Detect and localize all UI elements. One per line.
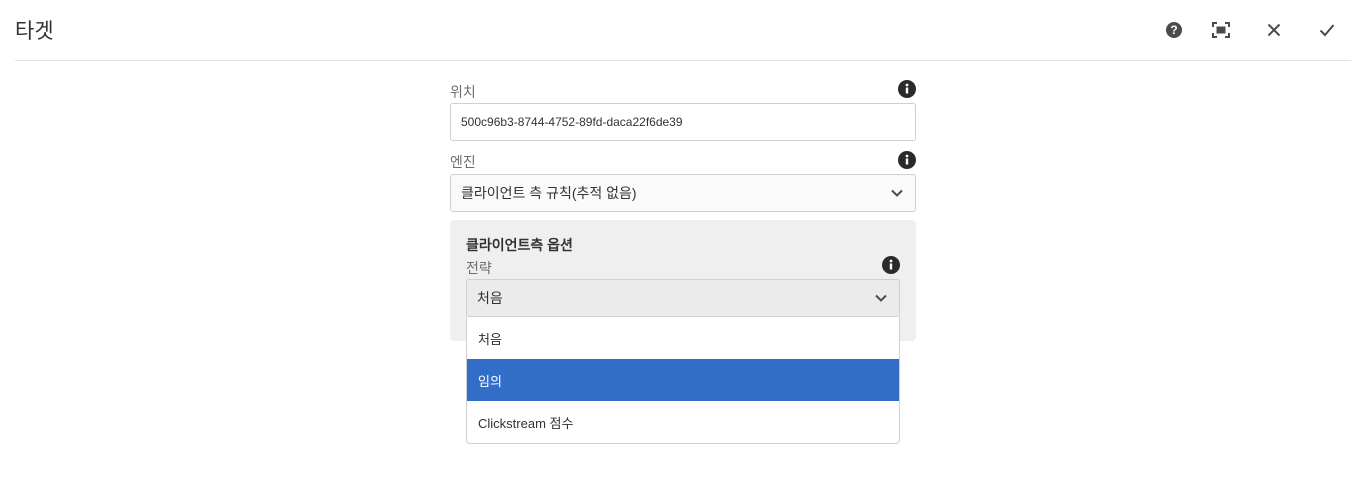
strategy-select[interactable]: 처음	[466, 279, 900, 317]
engine-info-icon[interactable]	[898, 151, 916, 169]
chevron-down-icon	[891, 189, 903, 197]
close-icon	[1267, 23, 1281, 37]
dialog-title: 타겟	[15, 20, 54, 43]
strategy-option-random[interactable]: 임의	[467, 359, 899, 401]
strategy-label: 전략	[466, 260, 492, 276]
engine-selected-value: 클라이언트 측 규칙(추적 없음)	[461, 185, 637, 201]
option-label: Clickstream 점수	[478, 415, 574, 431]
strategy-option-clickstream[interactable]: Clickstream 점수	[467, 401, 899, 443]
strategy-selected-value: 처음	[477, 290, 503, 306]
option-label: 처음	[478, 331, 502, 347]
help-button[interactable]: ?	[1158, 15, 1190, 45]
checkmark-icon	[1319, 24, 1335, 37]
engine-label: 엔진	[450, 154, 476, 170]
dialog-header: 타겟 ?	[0, 0, 1366, 60]
location-info-icon[interactable]	[898, 80, 916, 98]
client-options-title: 클라이언트측 옵션	[466, 237, 573, 253]
engine-select[interactable]: 클라이언트 측 규칙(추적 없음)	[450, 174, 916, 212]
strategy-info-icon[interactable]	[882, 256, 900, 274]
location-label: 위치	[450, 84, 476, 100]
fullscreen-button[interactable]	[1205, 15, 1237, 45]
header-divider	[15, 60, 1351, 61]
done-button[interactable]	[1311, 15, 1343, 45]
option-label: 임의	[478, 373, 502, 389]
fullscreen-icon	[1212, 22, 1230, 38]
location-input[interactable]	[450, 103, 916, 141]
svg-text:?: ?	[1170, 23, 1177, 37]
help-icon: ?	[1166, 22, 1182, 38]
chevron-down-icon	[875, 294, 887, 302]
strategy-option-first[interactable]: 처음	[467, 317, 899, 359]
strategy-dropdown-list: 처음 임의 Clickstream 점수	[466, 317, 900, 444]
close-button[interactable]	[1258, 15, 1290, 45]
